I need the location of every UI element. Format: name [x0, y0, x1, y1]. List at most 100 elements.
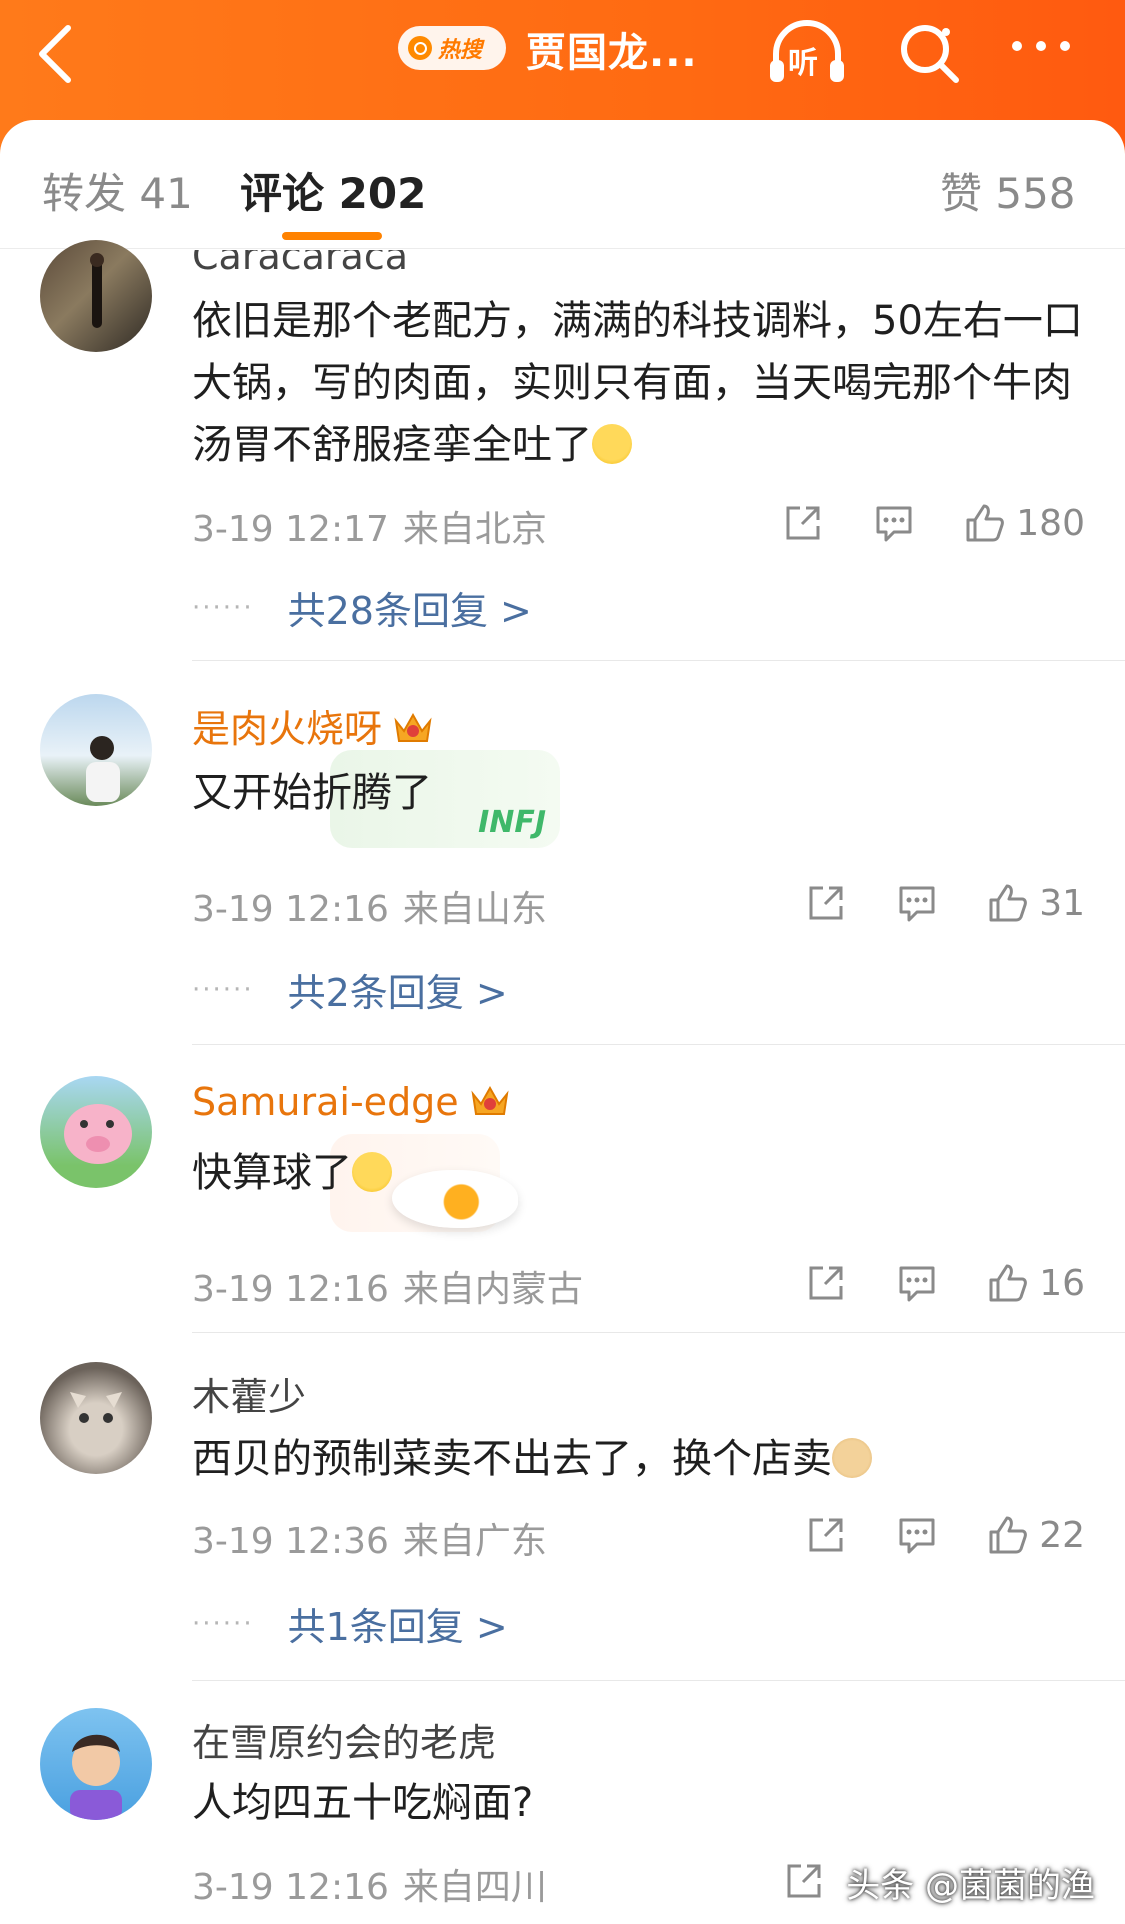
like-button[interactable]: 180	[964, 502, 1085, 544]
comment-time: 3-19 12:16	[192, 889, 389, 930]
listen-button[interactable]: 听	[766, 20, 848, 86]
comment-icon	[899, 1518, 935, 1554]
comment-meta: 3-19 12:16 来自内蒙古	[192, 1260, 583, 1312]
view-replies-link[interactable]: ······ 共1条回复 >	[192, 1596, 508, 1651]
comment-icon	[899, 886, 935, 922]
like-count: 31	[1039, 882, 1085, 924]
comment-text: 快算球了	[192, 1142, 1092, 1204]
thumbs-up-icon	[989, 1264, 1028, 1302]
search-icon	[901, 25, 959, 83]
comment-icon	[876, 506, 912, 542]
share-icon	[786, 506, 820, 540]
more-icon[interactable]	[1012, 36, 1092, 66]
reply-button[interactable]	[895, 882, 939, 924]
comment-text: 依旧是那个老配方，满满的科技调料，50左右一口大锅，写的肉面，实则只有面，当天喝…	[192, 290, 1092, 476]
topic-title[interactable]: 贾国龙...	[526, 20, 698, 78]
avatar[interactable]	[40, 1708, 152, 1820]
tab-comments[interactable]: 评论 202	[240, 160, 426, 221]
comment-meta: 3-19 12:16 来自山东	[192, 880, 547, 932]
dizzy-face-emoji-icon	[352, 1152, 392, 1192]
replies-label: 共2条回复 >	[287, 971, 508, 1015]
dots-icon: ······	[192, 974, 254, 1005]
comment-actions: 31	[757, 878, 1085, 928]
share-button[interactable]	[805, 1514, 847, 1556]
search-icon	[408, 36, 432, 60]
comment-text: 西贝的预制菜卖不出去了，换个店卖	[192, 1428, 1092, 1490]
share-icon	[809, 1266, 843, 1300]
comment-time: 3-19 12:17	[192, 509, 389, 550]
comment-location: 来自内蒙古	[402, 1269, 583, 1310]
like-count: 180	[1016, 502, 1085, 544]
listen-label: 听	[788, 46, 818, 81]
share-button[interactable]	[782, 502, 824, 544]
doge-emoji-icon	[832, 1438, 872, 1478]
username-label: Samurai-edge	[192, 1080, 459, 1124]
share-button[interactable]	[805, 1262, 847, 1304]
like-button[interactable]: 16	[987, 1262, 1085, 1304]
comment-meta: 3-19 12:36 来自广东	[192, 1512, 547, 1564]
search-button[interactable]	[896, 20, 962, 86]
comment-location: 来自北京	[402, 509, 547, 550]
thumbs-up-icon	[989, 1516, 1028, 1554]
avatar[interactable]	[40, 1362, 152, 1474]
comment-text-content: 西贝的预制菜卖不出去了，换个店卖	[192, 1436, 832, 1482]
like-button[interactable]: 22	[987, 1514, 1085, 1556]
like-button[interactable]: 31	[987, 882, 1085, 924]
comment-actions: 180	[734, 498, 1085, 548]
avatar[interactable]	[40, 240, 152, 352]
reply-button[interactable]	[872, 502, 916, 544]
share-button[interactable]	[805, 882, 847, 924]
avatar[interactable]	[40, 1076, 152, 1188]
vip-crown-icon	[469, 1080, 511, 1129]
laugh-cry-emoji-icon	[592, 424, 632, 464]
hot-search-label: 热搜	[438, 38, 483, 63]
divider	[192, 1044, 1125, 1045]
replies-label: 共28条回复 >	[287, 589, 532, 633]
comment-meta: 3-19 12:17 来自北京	[192, 500, 547, 552]
dots-icon: ······	[192, 1608, 254, 1639]
username[interactable]: 在雪原约会的老虎	[192, 1712, 496, 1767]
username[interactable]: 木藿少	[192, 1366, 306, 1421]
comment-actions: 16	[757, 1258, 1085, 1308]
thumbs-up-icon	[966, 504, 1005, 542]
divider	[192, 1680, 1125, 1681]
username-label: 是肉火烧呀	[192, 707, 383, 751]
comment-location: 来自四川	[402, 1867, 547, 1908]
hot-search-badge[interactable]: 热搜	[398, 26, 506, 70]
view-replies-link[interactable]: ······ 共28条回复 >	[192, 580, 532, 635]
watermark: 头条 @菌菌的渔	[846, 1866, 1095, 1906]
replies-label: 共1条回复 >	[287, 1605, 508, 1649]
comment-location: 来自广东	[402, 1521, 547, 1562]
comment-icon	[899, 1266, 935, 1302]
thumbs-up-icon	[989, 884, 1028, 922]
share-icon	[809, 886, 843, 920]
active-tab-indicator	[282, 232, 382, 240]
comment-time: 3-19 12:36	[192, 1521, 389, 1562]
tab-repost[interactable]: 转发 41	[42, 160, 193, 221]
comment-time: 3-19 12:16	[192, 1867, 389, 1908]
divider	[192, 660, 1125, 661]
reply-button[interactable]	[895, 1514, 939, 1556]
comment-location: 来自山东	[402, 889, 547, 930]
view-replies-link[interactable]: ······ 共2条回复 >	[192, 962, 508, 1017]
comment-actions: 22	[757, 1510, 1085, 1560]
like-count: 16	[1039, 1262, 1085, 1304]
vip-crown-icon	[392, 707, 434, 756]
comment-text-content: 依旧是那个老配方，满满的科技调料，50左右一口大锅，写的肉面，实则只有面，当天喝…	[192, 298, 1083, 468]
tab-likes[interactable]: 赞 558	[940, 160, 1076, 221]
tab-bar: 转发 41 评论 202 赞 558	[0, 120, 1125, 249]
comment-meta: 3-19 12:16 来自四川	[192, 1858, 547, 1910]
comment-actions	[735, 1856, 825, 1906]
avatar[interactable]	[40, 694, 152, 806]
username[interactable]: Samurai-edge	[192, 1080, 511, 1129]
reply-button[interactable]	[895, 1262, 939, 1304]
divider	[192, 1332, 1125, 1333]
username[interactable]: 是肉火烧呀	[192, 698, 434, 756]
comment-text: 又开始折腾了	[192, 770, 432, 816]
dots-icon: ······	[192, 592, 254, 623]
back-icon[interactable]	[30, 18, 80, 88]
share-icon	[809, 1518, 843, 1552]
share-button[interactable]	[783, 1860, 825, 1902]
comment-text-content: 快算球了	[192, 1150, 352, 1196]
like-count: 22	[1039, 1514, 1085, 1556]
